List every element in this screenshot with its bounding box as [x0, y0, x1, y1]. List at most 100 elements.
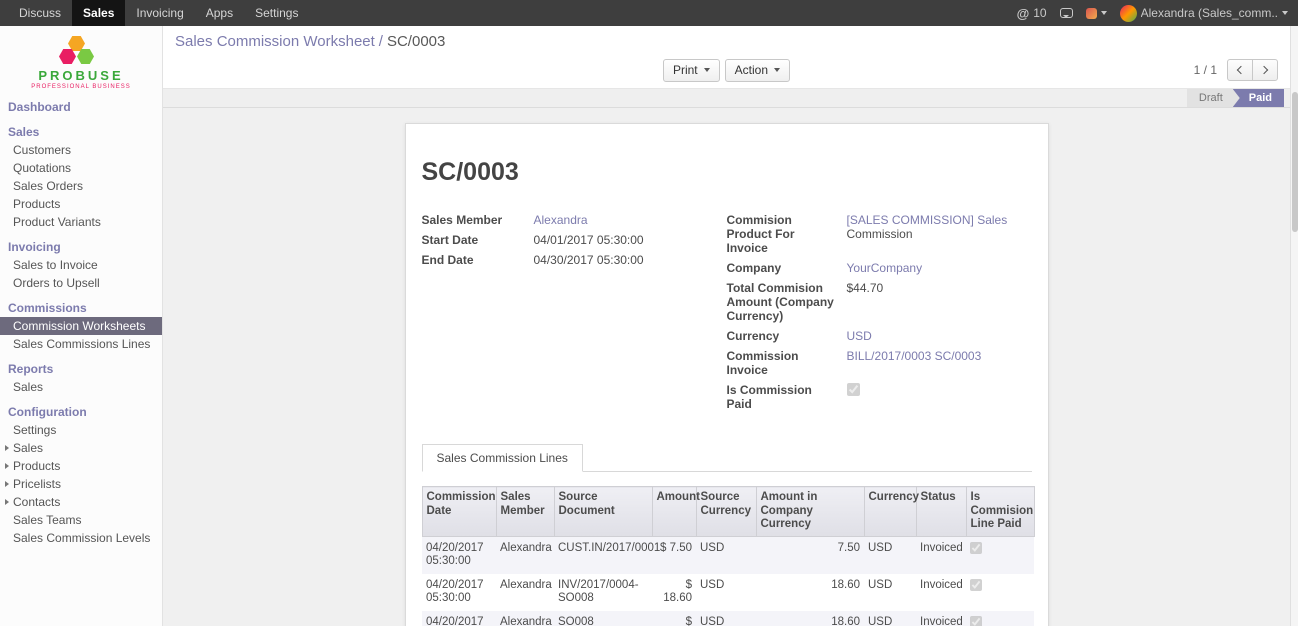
menu-settings[interactable]: Settings [244, 0, 309, 26]
cell-source-currency: USD [696, 574, 756, 611]
menu-sales[interactable]: Sales [72, 0, 125, 26]
sidebar-item-sales-teams[interactable]: Sales Teams [0, 511, 162, 529]
commission-product-link[interactable]: [SALES COMMISSION] Sales [847, 213, 1008, 227]
sidebar-item-product-variants[interactable]: Product Variants [0, 213, 162, 231]
cell-amount-company: 18.60 [756, 611, 864, 626]
action-button-label: Action [735, 63, 768, 77]
sidebar-heading-sales[interactable]: Sales [0, 123, 162, 141]
company-link[interactable]: YourCompany [847, 261, 923, 275]
table-row[interactable]: 04/20/2017 10:35:53 Alexandra SO008 $ 18… [422, 611, 1034, 626]
sidebar-item-sales-to-invoice[interactable]: Sales to Invoice [0, 256, 162, 274]
user-menu[interactable]: Alexandra (Sales_comm.. [1120, 5, 1288, 22]
tab-sales-commission-lines[interactable]: Sales Commission Lines [422, 444, 583, 472]
sidebar-item-sales-orders[interactable]: Sales Orders [0, 177, 162, 195]
expand-caret-icon [5, 463, 9, 469]
table-row[interactable]: 04/20/2017 05:30:00 Alexandra INV/2017/0… [422, 574, 1034, 611]
field-groups: Sales Member Alexandra Start Date 04/01/… [422, 213, 1032, 417]
expand-caret-icon [5, 445, 9, 451]
total-commission-value: $44.70 [847, 281, 1032, 323]
scrollbar-thumb[interactable] [1292, 92, 1298, 232]
menu-invoicing[interactable]: Invoicing [125, 0, 194, 26]
sidebar-item-reports-sales[interactable]: Sales [0, 378, 162, 396]
chat-button[interactable] [1060, 8, 1073, 18]
cell-commission-date: 04/20/2017 05:30:00 [422, 536, 496, 574]
logo-brand-text: PROBUSE [38, 68, 123, 83]
chevron-right-icon [1260, 66, 1268, 74]
print-button[interactable]: Print [663, 59, 720, 82]
header-amount-company-currency: Amount in Company Currency [756, 487, 864, 537]
cell-source-document: SO008 [554, 611, 652, 626]
sales-member-link[interactable]: Alexandra [534, 213, 588, 227]
sidebar-item-config-products[interactable]: Products [0, 457, 162, 475]
scrollbar[interactable] [1290, 26, 1298, 626]
field-end-date: End Date 04/30/2017 05:30:00 [422, 253, 697, 267]
cell-source-document: CUST.IN/2017/0001 [554, 536, 652, 574]
chevron-left-icon [1237, 66, 1245, 74]
sidebar-heading-commissions[interactable]: Commissions [0, 299, 162, 317]
table-row[interactable]: 04/20/2017 05:30:00 Alexandra CUST.IN/20… [422, 536, 1034, 574]
sidebar-item-config-pricelists[interactable]: Pricelists [0, 475, 162, 493]
status-draft[interactable]: Draft [1187, 89, 1240, 107]
control-panel: Sales Commission Worksheet/SC/0003 Print… [163, 26, 1290, 88]
line-paid-checkbox [970, 616, 982, 626]
sidebar-item-orders-to-upsell[interactable]: Orders to Upsell [0, 274, 162, 292]
sidebar-item-commission-worksheets[interactable]: Commission Worksheets [0, 317, 162, 335]
sidebar-item-customers[interactable]: Customers [0, 141, 162, 159]
notebook: Sales Commission Lines Commission Date [422, 443, 1032, 626]
app-logo[interactable]: PROBUSE PROFESSIONAL BUSINESS [0, 26, 162, 96]
field-sales-member: Sales Member Alexandra [422, 213, 697, 227]
pager-previous-button[interactable] [1227, 59, 1253, 81]
sidebar-item-config-contacts[interactable]: Contacts [0, 493, 162, 511]
sidebar-heading-dashboard[interactable]: Dashboard [0, 98, 162, 116]
sidebar-item-sales-commissions-lines[interactable]: Sales Commissions Lines [0, 335, 162, 353]
action-button[interactable]: Action [725, 59, 790, 82]
commission-lines-table: Commission Date Sales Member Source Docu… [422, 486, 1035, 626]
cell-status: Invoiced [916, 611, 966, 626]
field-currency: Currency USD [727, 329, 1032, 343]
sidebar-heading-reports[interactable]: Reports [0, 360, 162, 378]
control-panel-actions: Print Action 1 / 1 [175, 58, 1278, 82]
sidebar-item-sales-commission-levels[interactable]: Sales Commission Levels [0, 529, 162, 547]
line-paid-checkbox [970, 542, 982, 554]
status-paid[interactable]: Paid [1233, 89, 1284, 107]
header-commission-date: Commission Date [422, 487, 496, 537]
print-button-label: Print [673, 63, 698, 77]
avatar [1120, 5, 1137, 22]
sidebar-heading-configuration[interactable]: Configuration [0, 403, 162, 421]
cell-amount-company: 18.60 [756, 574, 864, 611]
logo-tagline-text: PROFESSIONAL BUSINESS [31, 84, 130, 90]
pager-next-button[interactable] [1252, 59, 1278, 81]
sidebar-item-label: Sales [13, 441, 43, 455]
currency-label: Currency [727, 329, 847, 343]
end-date-label: End Date [422, 253, 534, 267]
field-start-date: Start Date 04/01/2017 05:30:00 [422, 233, 697, 247]
record-title: SC/0003 [422, 158, 1032, 187]
commission-invoice-link[interactable]: BILL/2017/0003 SC/0003 [847, 349, 982, 363]
cell-source-document: INV/2017/0004-SO008 [554, 574, 652, 611]
is-commission-paid-label: Is Commission Paid [727, 383, 847, 411]
breadcrumb-separator: / [379, 33, 383, 50]
menu-discuss[interactable]: Discuss [8, 0, 72, 26]
debug-menu-button[interactable] [1086, 8, 1107, 19]
menu-apps[interactable]: Apps [195, 0, 244, 26]
cell-line-paid [966, 574, 1034, 611]
sidebar-item-settings[interactable]: Settings [0, 421, 162, 439]
cell-currency: USD [864, 574, 916, 611]
sidebar-item-label: Pricelists [13, 477, 61, 491]
top-menubar: Discuss Sales Invoicing Apps Settings @ … [0, 0, 1298, 26]
cell-sales-member: Alexandra [496, 611, 554, 626]
sidebar-item-products[interactable]: Products [0, 195, 162, 213]
sidebar-heading-invoicing[interactable]: Invoicing [0, 238, 162, 256]
breadcrumb-parent-link[interactable]: Sales Commission Worksheet [175, 33, 375, 50]
line-paid-checkbox [970, 579, 982, 591]
systray: @ 10 Alexandra (Sales_comm.. [1017, 0, 1298, 26]
table-header-row: Commission Date Sales Member Source Docu… [422, 487, 1034, 537]
debug-icon [1086, 8, 1097, 19]
sidebar-item-quotations[interactable]: Quotations [0, 159, 162, 177]
sidebar-item-config-sales[interactable]: Sales [0, 439, 162, 457]
chevron-down-icon [1101, 11, 1107, 15]
chevron-down-icon [1282, 11, 1288, 15]
currency-link[interactable]: USD [847, 329, 872, 343]
logo-hexagons-icon [59, 36, 103, 65]
messages-button[interactable]: @ 10 [1017, 6, 1047, 21]
